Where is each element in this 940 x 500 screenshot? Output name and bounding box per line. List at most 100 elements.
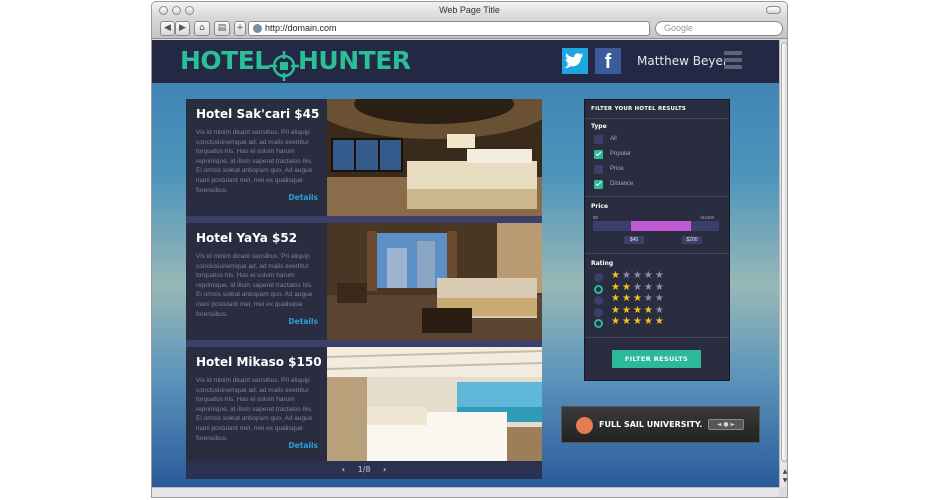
home-icon[interactable]: ⌂ <box>194 21 210 36</box>
star-icon: ★ <box>632 281 644 293</box>
card-divider <box>186 216 542 223</box>
price-slider-range[interactable] <box>631 221 691 231</box>
price-high-tag: $200 <box>682 236 702 244</box>
star-icon: ★ <box>621 316 633 327</box>
star-icon: ★ <box>643 316 655 327</box>
star-icon: ★ <box>621 270 633 281</box>
filter-rating-label: Rating <box>591 260 614 267</box>
checkbox[interactable] <box>594 165 603 174</box>
vertical-scrollbar[interactable]: ▲ ▼ <box>779 40 787 487</box>
user-name[interactable]: Matthew Beyer <box>637 54 728 68</box>
add-tab-icon[interactable]: + <box>234 21 246 36</box>
hotel-card-text: Hotel YaYa $52 Vis id minim dicant sensi… <box>186 223 327 340</box>
hotel-title: Hotel Sak'cari $45 <box>196 107 320 121</box>
hotel-description: Vis id minim dicant sensibus. Pri aliqui… <box>196 377 313 442</box>
checkbox-label: Distance <box>610 181 634 187</box>
checkbox-label: All <box>610 136 617 142</box>
twitter-icon[interactable] <box>562 48 588 74</box>
hotel-card-1: Hotel Sak'cari $45 Vis id minim dicant s… <box>186 99 542 216</box>
hotel-card-3: Hotel Mikaso $150 Vis id minim dicant se… <box>186 347 542 464</box>
horizontal-scrollbar[interactable] <box>152 487 779 497</box>
browser-window: Web Page Title ◀ ▶ ⌂ ▤ + http://domain.c… <box>151 1 788 498</box>
price-slider[interactable] <box>593 221 719 231</box>
star-icon: ★ <box>611 316 622 327</box>
toolbar-toggle-button[interactable] <box>766 6 781 14</box>
star-rating-icons: ★★★★★ <box>611 282 666 293</box>
star-icon: ★ <box>632 304 644 316</box>
browser-toolbar: ◀ ▶ ⌂ ▤ + http://domain.com Google <box>152 19 787 39</box>
pagination: ‹ 1/8 › <box>186 461 542 479</box>
filter-separator <box>585 337 729 338</box>
card-divider <box>186 340 542 347</box>
forward-arrow-icon[interactable]: ▶ <box>175 21 190 36</box>
radio-selected[interactable] <box>594 319 603 328</box>
star-icon: ★ <box>654 270 666 281</box>
star-icon: ★ <box>632 293 644 304</box>
next-page-icon[interactable]: › <box>383 461 386 479</box>
checkbox-checked[interactable] <box>594 180 603 189</box>
star-icon: ★ <box>643 293 655 304</box>
star-icon: ★ <box>654 281 666 293</box>
star-icon: ★ <box>611 293 622 304</box>
star-icon: ★ <box>632 270 644 281</box>
scroll-up-icon[interactable]: ▲ <box>780 467 787 476</box>
url-input[interactable]: http://domain.com <box>248 21 650 36</box>
filter-heading: FILTER YOUR HOTEL RESULTS <box>591 106 687 112</box>
radio[interactable] <box>594 273 603 282</box>
hotel-title: Hotel Mikaso $150 <box>196 355 322 369</box>
hotel-photo[interactable] <box>327 223 542 340</box>
crosshair-icon <box>269 51 299 81</box>
url-text: http://domain.com <box>265 23 337 33</box>
site-header: HOTEL HUNTER f Matthew Beyer <box>152 40 779 83</box>
hotel-card-text: Hotel Sak'cari $45 Vis id minim dicant s… <box>186 99 327 216</box>
hamburger-menu-icon[interactable] <box>724 51 742 71</box>
hotel-title: Hotel YaYa $52 <box>196 231 298 245</box>
star-rating-icons: ★★★★★ <box>611 270 666 281</box>
star-icon: ★ <box>654 293 666 304</box>
scroll-down-icon[interactable]: ▼ <box>780 476 787 485</box>
hotel-details-link[interactable]: Details <box>288 193 318 202</box>
star-icon: ★ <box>611 281 622 293</box>
filter-separator <box>585 196 729 197</box>
full-sail-logo-icon <box>576 417 593 434</box>
facebook-icon[interactable]: f <box>595 48 621 74</box>
star-icon: ★ <box>611 270 622 281</box>
hotel-description: Vis id minim dicant sensibus. Pri aliqui… <box>196 253 313 318</box>
hotel-details-link[interactable]: Details <box>288 317 318 326</box>
filter-separator <box>585 118 729 119</box>
ad-banner[interactable]: FULL SAIL UNIVERSITY. ◄ ● ► <box>561 406 760 443</box>
filter-price-label: Price <box>591 203 609 210</box>
radio[interactable] <box>594 296 603 305</box>
filter-type-label: Type <box>591 123 607 130</box>
page-indicator: 1/8 <box>357 465 371 474</box>
site-logo[interactable]: HOTEL HUNTER <box>180 46 411 81</box>
hotel-list: Hotel Sak'cari $45 Vis id minim dicant s… <box>186 99 542 479</box>
hotel-photo[interactable] <box>327 99 542 216</box>
prev-page-icon[interactable]: ‹ <box>342 461 345 479</box>
print-icon[interactable]: ▤ <box>214 21 230 36</box>
logo-text-hotel: HOTEL <box>180 46 270 75</box>
checkbox-label: Price <box>610 166 624 172</box>
ad-badge: ◄ ● ► <box>708 419 744 430</box>
ad-text: FULL SAIL UNIVERSITY. <box>599 420 703 429</box>
globe-icon <box>253 24 262 33</box>
checkbox-checked[interactable] <box>594 150 603 159</box>
star-icon: ★ <box>643 304 655 316</box>
back-arrow-icon[interactable]: ◀ <box>160 21 175 36</box>
hotel-card-2: Hotel YaYa $52 Vis id minim dicant sensi… <box>186 223 542 340</box>
radio-selected[interactable] <box>594 284 603 294</box>
star-rating-icons: ★★★★★ <box>611 316 666 327</box>
star-rating-icons: ★★★★★ <box>611 293 666 304</box>
hotel-details-link[interactable]: Details <box>288 441 318 450</box>
filter-results-button[interactable]: FILTER RESULTS <box>612 350 701 368</box>
hotel-photo[interactable] <box>327 347 542 464</box>
filter-panel: FILTER YOUR HOTEL RESULTS Type All Popul… <box>584 99 730 381</box>
radio[interactable] <box>594 307 603 317</box>
star-icon: ★ <box>654 304 666 316</box>
window-title: Web Page Title <box>439 5 500 15</box>
star-icon: ★ <box>611 304 622 316</box>
filter-separator <box>585 253 729 254</box>
search-input[interactable]: Google <box>655 21 783 36</box>
checkbox[interactable] <box>594 135 603 144</box>
scrollbar-thumb[interactable] <box>781 42 787 462</box>
